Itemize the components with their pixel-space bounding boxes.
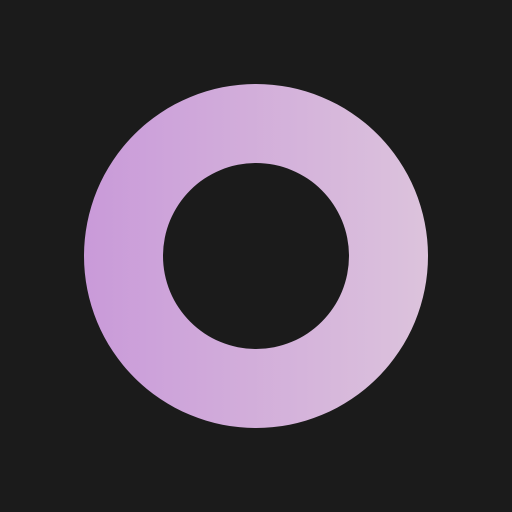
ring-icon: [84, 84, 428, 428]
app-icon-canvas: [0, 0, 512, 512]
ring-shape: [84, 84, 428, 428]
